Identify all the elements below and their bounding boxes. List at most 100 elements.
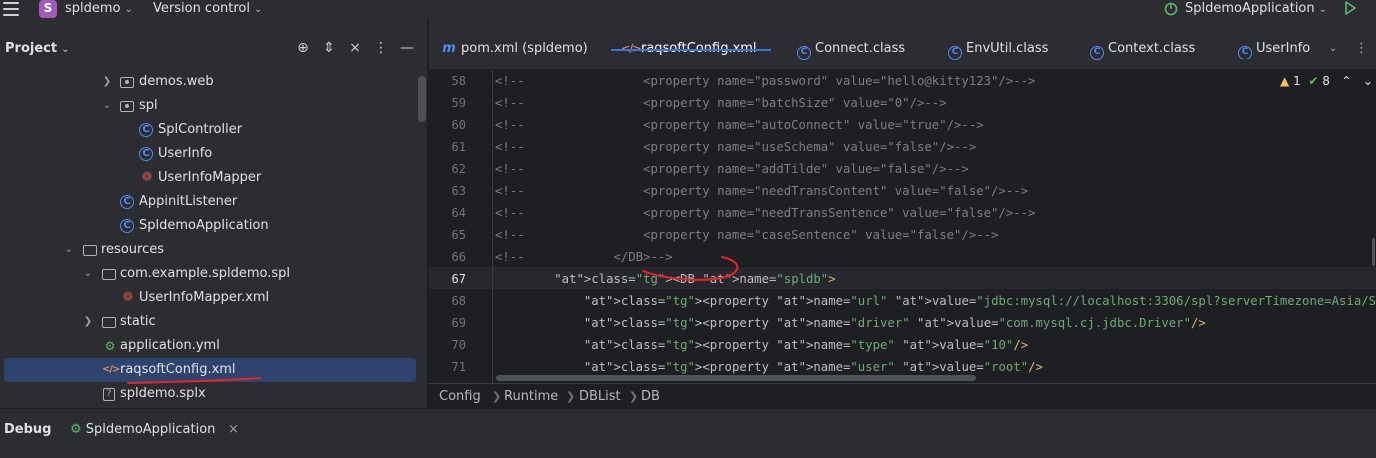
- project-name: spldemo: [65, 1, 121, 16]
- chevron-down-icon[interactable]: ⌄: [101, 94, 113, 118]
- tab-envutil-class[interactable]: C EnvUtil.class: [948, 39, 1049, 60]
- main-menu-icon[interactable]: [3, 2, 19, 16]
- project-badge[interactable]: S: [39, 0, 57, 18]
- mapper-icon: ❁: [141, 170, 153, 185]
- code-line: "at">class="tg"><DB "at">name="spldb">: [554, 272, 836, 286]
- class-icon: C: [797, 46, 811, 60]
- package-icon: [120, 77, 134, 88]
- title-bar: S spldemo ⌄ Version control ⌄ SpldemoAppli…: [0, 0, 1376, 19]
- tree-item-spldemoapplication[interactable]: C SpldemoApplication: [0, 214, 420, 238]
- chevron-down-icon[interactable]: ⌄: [82, 262, 94, 286]
- tree-item-appinitlistener[interactable]: C AppinitListener: [0, 190, 420, 214]
- line-number: 64: [451, 206, 466, 220]
- next-highlight-icon[interactable]: ⌄: [1363, 74, 1373, 88]
- warning-count: 1: [1293, 74, 1301, 88]
- code-line: <!-- <property name="needTransContent" v…: [495, 184, 1029, 198]
- run-configuration-name: SpldemoApplication: [1185, 1, 1315, 16]
- code-line: <!-- <property name="batchSize" value="0…: [495, 96, 947, 110]
- chevron-right-icon[interactable]: ❯: [101, 70, 113, 94]
- more-options-icon[interactable]: ⋮: [373, 40, 389, 56]
- class-icon: C: [120, 195, 134, 209]
- vcs-widget[interactable]: Version control ⌄: [153, 0, 262, 18]
- chevron-right-icon[interactable]: ❯: [82, 310, 94, 334]
- tab-context-class[interactable]: C Context.class: [1090, 39, 1195, 60]
- run-configuration-selector[interactable]: SpldemoApplication ⌄: [1185, 0, 1327, 18]
- editor-horizontal-scrollbar[interactable]: [496, 375, 976, 381]
- tree-item-label: application.yml: [120, 338, 220, 353]
- project-switcher[interactable]: spldemo ⌄: [65, 0, 133, 18]
- code-line: <!-- </DB>-->: [495, 250, 673, 264]
- tab-label: EnvUtil.class: [966, 41, 1049, 56]
- class-icon: C: [139, 147, 153, 161]
- chevron-down-icon[interactable]: ⌄: [63, 238, 75, 262]
- class-icon: C: [139, 123, 153, 137]
- code-line: <!-- <property name="addTilde" value="fa…: [495, 162, 969, 176]
- line-number: 58: [451, 74, 466, 88]
- line-number: 65: [451, 228, 466, 242]
- tree-item-userinfomapper[interactable]: ❁ UserInfoMapper: [0, 166, 420, 190]
- debug-session-label: SpldemoApplication: [85, 422, 216, 437]
- tree-item-resources[interactable]: ⌄ resources: [0, 238, 420, 262]
- line-number: 66: [451, 250, 466, 264]
- expand-collapse-icon[interactable]: ⇕: [321, 40, 337, 56]
- code-line: "at">class="tg"><property "at">name="dri…: [583, 316, 1206, 330]
- project-scrollbar[interactable]: [418, 76, 426, 122]
- line-number: 59: [451, 96, 466, 110]
- inspection-widget[interactable]: ▲ 1 ✔ 8 ⌃ ⌄: [1280, 74, 1373, 88]
- tree-item-application-yml[interactable]: ⚙ application.yml: [0, 334, 420, 358]
- spring-class-icon: C: [120, 219, 134, 233]
- tree-item-userinfomapper-xml[interactable]: ❁ UserInfoMapper.xml: [0, 286, 420, 310]
- tree-item-spldemo-splx[interactable]: ? spldemo.splx: [0, 382, 420, 406]
- panel-title: Project: [5, 41, 58, 56]
- tab-pom-xml[interactable]: m pom.xml (spldemo): [441, 39, 588, 59]
- tree-item-splcontroller[interactable]: C SplController: [0, 118, 420, 142]
- code-line: "at">class="tg"><property "at">name="typ…: [583, 338, 1029, 352]
- maven-icon: m: [442, 41, 456, 56]
- tree-item-demos-web[interactable]: ❯ demos.web: [0, 70, 420, 94]
- class-icon: C: [1238, 46, 1252, 59]
- debug-session-tab[interactable]: ⚙ SpldemoApplication: [70, 422, 215, 437]
- project-view-selector[interactable]: Project ⌄: [5, 39, 69, 60]
- line-number: 61: [451, 140, 466, 154]
- tree-item-userinfo[interactable]: C UserInfo: [0, 142, 420, 166]
- tree-item-com-example-spldemo-spl[interactable]: ⌄ com.example.spldemo.spl: [0, 262, 420, 286]
- check-icon: ✔: [1308, 74, 1319, 88]
- close-panel-icon[interactable]: ×: [347, 40, 363, 56]
- code-editor[interactable]: 58 59 60 61 62 63 64 65 66 67 68 69 70 7…: [429, 70, 1376, 383]
- code-line: <!-- <property name="useSchema" value="f…: [495, 140, 977, 154]
- unknown-file-icon: ?: [103, 388, 115, 401]
- line-number: 71: [451, 360, 466, 374]
- tab-label: UserInfo: [1256, 41, 1311, 56]
- tree-item-label: spl: [139, 98, 158, 113]
- class-icon: C: [948, 46, 962, 60]
- locate-file-icon[interactable]: ⊕: [295, 40, 311, 56]
- code-line: <!-- <property name="caseSentence" value…: [495, 228, 999, 242]
- chevron-down-icon: ⌄: [124, 4, 133, 15]
- run-icon[interactable]: [1342, 0, 1358, 16]
- more-tabs-icon[interactable]: ⋮: [1355, 39, 1368, 59]
- line-number: 63: [451, 184, 466, 198]
- tab-userinfo[interactable]: C UserInfo: [1238, 39, 1318, 59]
- tree-item-spl[interactable]: ⌄ spl: [0, 94, 420, 118]
- tree-item-label: com.example.spldemo.spl: [120, 266, 291, 281]
- tree-item-label: demos.web: [139, 74, 214, 89]
- code-line: <!-- <property name="autoConnect" value=…: [495, 118, 984, 132]
- prev-highlight-icon[interactable]: ⌃: [1341, 74, 1351, 88]
- hide-panel-icon[interactable]: —: [399, 40, 415, 56]
- breadcrumb-item[interactable]: DB: [641, 384, 660, 409]
- tree-item-label: SplController: [158, 122, 243, 137]
- breadcrumb-item[interactable]: Runtime: [504, 384, 558, 409]
- tree-item-raqsoftconfig-xml[interactable]: </> raqsoftConfig.xml: [4, 358, 416, 382]
- vcs-label: Version control: [153, 1, 250, 16]
- editor-vertical-scrollbar[interactable]: [1372, 238, 1375, 266]
- tab-connect-class[interactable]: C Connect.class: [797, 39, 905, 60]
- chevron-right-icon: ❯: [492, 390, 502, 403]
- breadcrumb-item[interactable]: Config: [439, 384, 481, 409]
- tree-item-static[interactable]: ❯ static: [0, 310, 420, 334]
- close-icon[interactable]: ×: [228, 422, 239, 437]
- breadcrumb-item[interactable]: DBList: [579, 384, 621, 409]
- tab-overflow-icon[interactable]: ⌄: [1329, 39, 1337, 59]
- chevron-right-icon: ❯: [629, 390, 639, 403]
- chevron-right-icon: ❯: [566, 390, 576, 403]
- line-number: 68: [451, 294, 466, 308]
